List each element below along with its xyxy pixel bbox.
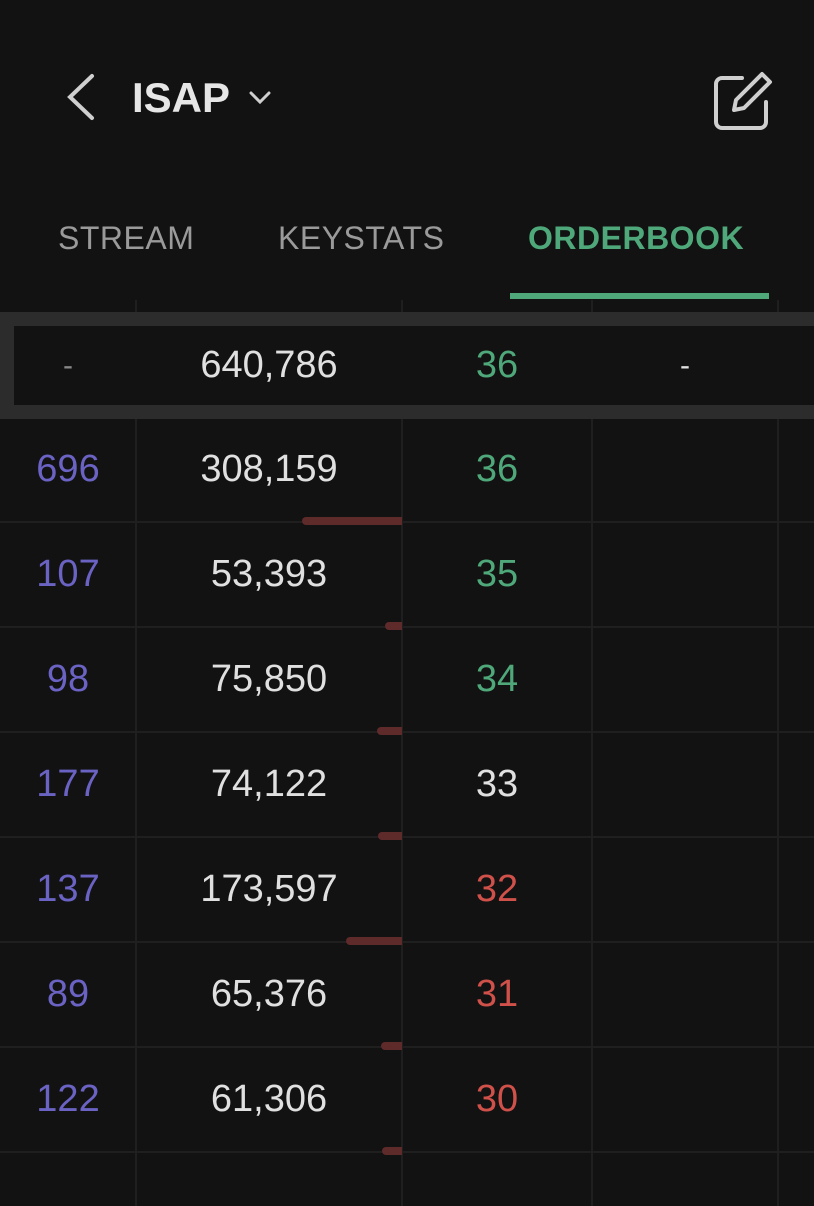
edit-icon[interactable] (712, 70, 774, 130)
bid-price: 31 (475, 973, 519, 1015)
summary-volume: 640,786 (200, 344, 338, 386)
bid-volume: 65,376 (210, 973, 328, 1015)
offer-cell (592, 838, 778, 941)
orderbook-row[interactable]: 122 61,306 30 (0, 1048, 814, 1155)
orderbook-row[interactable]: 98 75,850 34 (0, 628, 814, 735)
orderbook-row[interactable]: 177 74,122 33 (0, 733, 814, 840)
bid-price: 30 (475, 1078, 519, 1120)
offer-cell (592, 943, 778, 1046)
bid-price: 36 (475, 448, 519, 490)
summary-row-content: - 640,786 36 - (0, 313, 814, 418)
orderbook-row[interactable]: 107 53,393 35 (0, 523, 814, 630)
bid-price: 34 (475, 658, 519, 700)
bid-volume: 75,850 (210, 658, 328, 700)
bid-price: 33 (475, 763, 519, 805)
offer-cell (592, 418, 778, 521)
bid-volume: 308,159 (200, 448, 338, 490)
volume-bar (382, 1147, 402, 1155)
active-tab-indicator (510, 293, 769, 299)
order-count: 98 (46, 658, 90, 700)
order-count: 89 (46, 973, 90, 1015)
order-count: 137 (36, 868, 100, 910)
header: ISAP (0, 0, 814, 190)
bid-volume: 74,122 (210, 763, 328, 805)
orderbook-row[interactable]: 89 65,376 31 (0, 943, 814, 1050)
tab-bar: STREAM KEYSTATS ORDERBOOK (0, 190, 814, 300)
orderbook-row[interactable]: 137 173,597 32 (0, 838, 814, 945)
orderbook-row[interactable]: 696 308,159 36 (0, 418, 814, 525)
bid-price: 35 (475, 553, 519, 595)
chevron-down-icon[interactable] (246, 86, 274, 108)
offer-cell (592, 523, 778, 626)
order-count: 107 (36, 553, 100, 595)
tab-orderbook[interactable]: ORDERBOOK (528, 220, 744, 257)
summary-orders: - (63, 348, 73, 382)
tab-keystats[interactable]: KEYSTATS (278, 220, 444, 257)
order-count: 177 (36, 763, 100, 805)
offer-cell (592, 1048, 778, 1151)
order-count: 696 (36, 448, 100, 490)
tab-stream[interactable]: STREAM (58, 220, 194, 257)
bid-volume: 53,393 (210, 553, 328, 595)
order-count: 122 (36, 1078, 100, 1120)
bid-price: 32 (475, 868, 519, 910)
summary-offer: - (680, 348, 690, 382)
offer-cell (592, 628, 778, 731)
offer-cell (592, 733, 778, 836)
bid-volume: 173,597 (200, 868, 338, 910)
bid-volume: 61,306 (210, 1078, 328, 1120)
ticker-title[interactable]: ISAP (132, 74, 230, 122)
chevron-left-icon[interactable] (62, 72, 102, 122)
summary-price: 36 (475, 344, 519, 386)
